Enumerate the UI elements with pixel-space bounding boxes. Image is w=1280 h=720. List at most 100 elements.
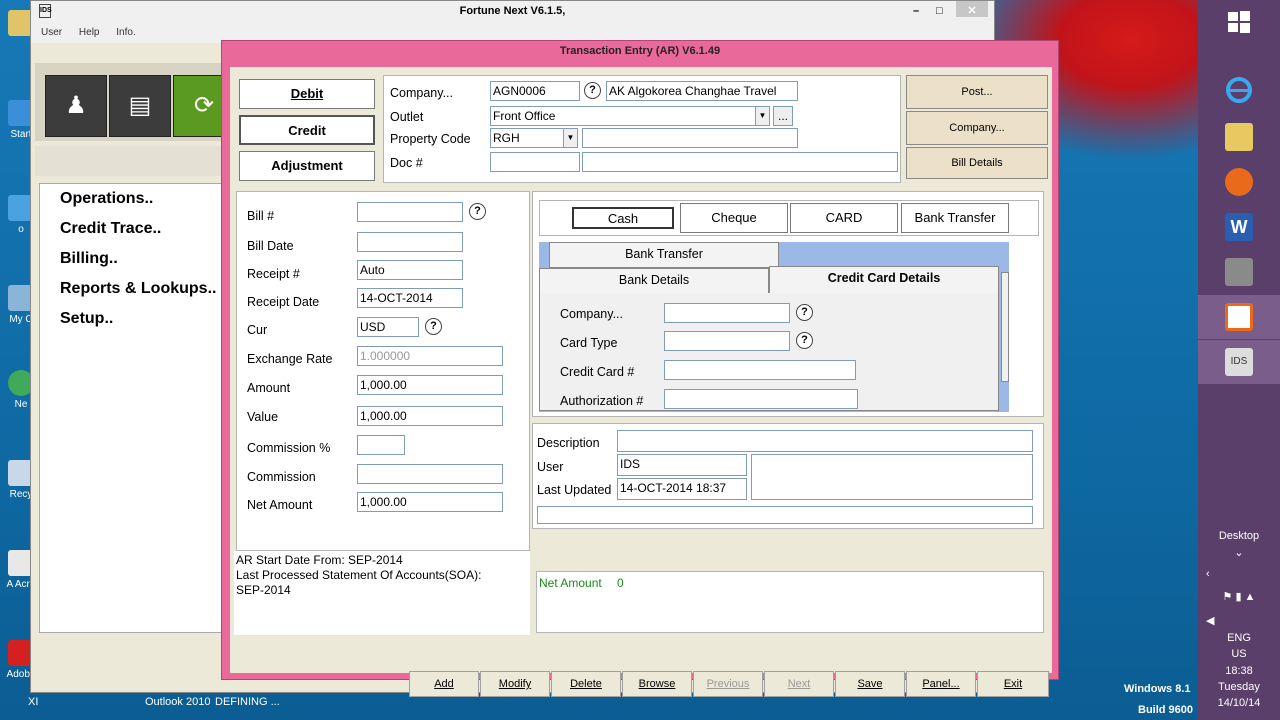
app-icon[interactable] xyxy=(1198,250,1280,294)
tab-bank-details[interactable]: Bank Details xyxy=(539,268,769,294)
company-code-field[interactable]: AGN0006 xyxy=(490,81,580,101)
tray-icons[interactable]: ⚑ ▮ ▲ xyxy=(1198,590,1280,603)
adjustment-button[interactable]: Adjustment xyxy=(239,151,375,181)
maximize-button[interactable]: □ xyxy=(936,1,943,21)
card-button[interactable]: CARD xyxy=(790,203,898,233)
windows-start-icon[interactable] xyxy=(1198,0,1280,44)
notes-field[interactable] xyxy=(751,454,1033,500)
tab-credit-card-details[interactable]: Credit Card Details xyxy=(769,266,999,294)
desktop-label[interactable]: Desktop xyxy=(1198,530,1280,542)
post-button[interactable]: Post... xyxy=(906,75,1048,109)
nav-operations[interactable]: Operations.. xyxy=(60,190,153,208)
close-button[interactable]: ✕ xyxy=(956,1,988,17)
bill-number-label: Bill # xyxy=(247,209,275,223)
credit-button[interactable]: Credit xyxy=(239,115,375,145)
cheque-button[interactable]: Cheque xyxy=(680,203,788,233)
reception-icon[interactable]: ♟ xyxy=(45,75,107,137)
bank-transfer-button[interactable]: Bank Transfer xyxy=(901,203,1009,233)
value-label: Value xyxy=(247,410,279,424)
exit-button[interactable]: Exit xyxy=(977,671,1049,697)
description-label: Description xyxy=(537,436,600,450)
add-button[interactable]: Add xyxy=(409,671,479,697)
card-company-label[interactable]: Company... xyxy=(560,307,623,321)
tab-bank-transfer[interactable]: Bank Transfer xyxy=(549,242,779,268)
commission-label: Commission xyxy=(247,470,316,484)
nav-reports-lookups[interactable]: Reports & Lookups.. xyxy=(60,280,216,298)
help-icon[interactable]: ? xyxy=(584,82,601,99)
doc-desc-field[interactable] xyxy=(582,152,898,172)
taskbar-item-outlook[interactable]: Outlook 2010 xyxy=(145,696,210,708)
file-explorer-icon[interactable] xyxy=(1198,115,1280,159)
modify-button[interactable]: Modify xyxy=(480,671,550,697)
receipt-date-field[interactable]: 14-OCT-2014 xyxy=(357,288,463,308)
last-updated-field: 14-OCT-2014 18:37 xyxy=(617,478,747,500)
property-name-field xyxy=(582,128,798,148)
currency-field[interactable]: USD xyxy=(357,317,419,337)
outlet-more-button[interactable]: ... xyxy=(773,106,793,126)
authorization-field[interactable] xyxy=(664,389,858,409)
office-icon[interactable] xyxy=(1198,295,1280,339)
help-icon[interactable]: ? xyxy=(425,318,442,335)
taskbar-item-defining[interactable]: DEFINING ... xyxy=(215,696,280,708)
taskbar-item[interactable]: XI xyxy=(28,696,38,708)
outlet-select[interactable]: Front Office ▼ xyxy=(490,106,770,126)
bill-number-field[interactable] xyxy=(357,202,463,222)
clock-time[interactable]: 18:38 xyxy=(1198,665,1280,677)
dropdown-arrow-icon[interactable]: ▼ xyxy=(755,107,769,125)
commission-pct-field[interactable] xyxy=(357,435,405,455)
company-label[interactable]: Company... xyxy=(390,86,453,100)
nav-setup[interactable]: Setup.. xyxy=(60,310,113,328)
card-company-field[interactable] xyxy=(664,303,790,323)
exchange-rate-field: 1.000000 xyxy=(357,346,503,366)
help-icon[interactable]: ? xyxy=(469,203,486,220)
company-button[interactable]: Company... xyxy=(906,111,1048,145)
next-button[interactable]: Next xyxy=(764,671,834,697)
dropdown-arrow-icon[interactable]: ▼ xyxy=(563,129,577,147)
exchange-rate-label: Exchange Rate xyxy=(247,352,333,366)
nav-panel: Operations.. Credit Trace.. Billing.. Re… xyxy=(39,183,229,633)
tab-scrollbar[interactable] xyxy=(1001,272,1009,382)
chevron-left-icon[interactable]: ‹ xyxy=(1198,568,1280,580)
property-code-select[interactable]: RGH ▼ xyxy=(490,128,578,148)
user-label: User xyxy=(537,460,564,474)
ie-icon[interactable] xyxy=(1198,68,1280,112)
ids-app-icon[interactable]: IDS xyxy=(1198,340,1280,384)
bill-date-field[interactable] xyxy=(357,232,463,252)
save-button[interactable]: Save xyxy=(835,671,905,697)
nav-credit-trace[interactable]: Credit Trace.. xyxy=(60,220,161,238)
nav-billing[interactable]: Billing.. xyxy=(60,250,118,268)
menu-user[interactable]: User xyxy=(41,27,62,38)
type-panel: Debit Credit Adjustment xyxy=(233,75,381,183)
commission-field[interactable] xyxy=(357,464,503,484)
card-type-field[interactable] xyxy=(664,331,790,351)
firefox-icon[interactable] xyxy=(1198,160,1280,204)
lang-label[interactable]: ENG xyxy=(1198,632,1280,644)
clock-day: Tuesday xyxy=(1218,681,1260,693)
receipt-number-field[interactable]: Auto xyxy=(357,260,463,280)
browse-button[interactable]: Browse xyxy=(622,671,692,697)
cashier-icon[interactable]: ▤ xyxy=(109,75,171,137)
outlet-value: Front Office xyxy=(493,109,556,123)
region-label[interactable]: US xyxy=(1198,648,1280,660)
panel-button[interactable]: Panel... xyxy=(906,671,976,697)
help-icon[interactable]: ? xyxy=(796,304,813,321)
minimize-button[interactable]: – xyxy=(913,1,919,21)
cash-button[interactable]: Cash xyxy=(572,207,674,229)
amount-field[interactable]: 1,000.00 xyxy=(357,375,503,395)
menu-info[interactable]: Info. xyxy=(116,27,135,38)
extra-field[interactable] xyxy=(537,506,1033,524)
delete-button[interactable]: Delete xyxy=(551,671,621,697)
bill-details-button[interactable]: Bill Details xyxy=(906,147,1048,179)
chevron-down-icon[interactable]: ⌄ xyxy=(1198,546,1280,559)
menu-help[interactable]: Help xyxy=(79,27,100,38)
credit-card-number-field[interactable] xyxy=(664,360,856,380)
volume-icon[interactable]: ◀ xyxy=(1198,614,1280,627)
doc-number-field[interactable] xyxy=(490,152,580,172)
clock-date: 14/10/14 xyxy=(1217,697,1261,709)
description-field[interactable] xyxy=(617,430,1033,452)
debit-button[interactable]: Debit xyxy=(239,79,375,109)
word-icon[interactable]: W xyxy=(1198,205,1280,249)
value-field[interactable]: 1,000.00 xyxy=(357,406,503,426)
previous-button[interactable]: Previous xyxy=(693,671,763,697)
help-icon[interactable]: ? xyxy=(796,332,813,349)
